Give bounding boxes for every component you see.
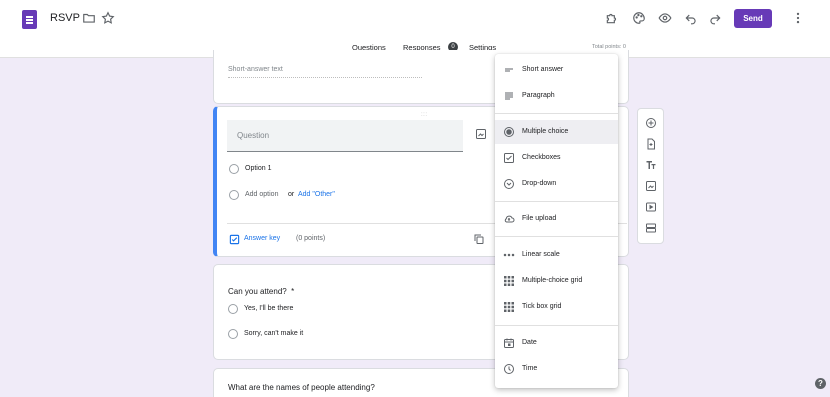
linear-scale-icon: [503, 249, 515, 261]
import-questions-icon[interactable]: [645, 138, 657, 150]
more-vert-icon[interactable]: [791, 11, 805, 25]
menu-item-label: File upload: [522, 215, 557, 222]
menu-item-label: Checkboxes: [522, 154, 561, 161]
answer-key-icon[interactable]: [229, 234, 240, 245]
add-other-link[interactable]: Add "Other": [298, 191, 335, 198]
menu-item-linear-scale[interactable]: Linear scale: [495, 243, 618, 267]
add-option-link[interactable]: Add option: [245, 191, 278, 198]
palette-icon[interactable]: [632, 11, 646, 25]
names-question-text: What are the names of people attending?: [228, 383, 375, 392]
menu-item-label: Linear scale: [522, 251, 560, 258]
duplicate-icon[interactable]: [473, 233, 485, 245]
paragraph-icon: [503, 90, 515, 102]
side-toolbar: [637, 108, 664, 244]
points-label: (0 points): [296, 235, 326, 242]
short-answer-underline: [228, 77, 422, 78]
menu-item-label: Date: [522, 339, 537, 346]
grid-icon: [503, 275, 515, 287]
option1-label[interactable]: Option 1: [245, 165, 271, 172]
clock-icon: [503, 363, 515, 375]
attend-option-radio[interactable]: [228, 329, 238, 339]
question-input[interactable]: Question: [227, 120, 463, 152]
question-placeholder: Question: [237, 131, 270, 140]
menu-item-date[interactable]: Date: [495, 331, 618, 355]
short-answer-placeholder: Short-answer text: [228, 66, 283, 73]
menu-divider: [495, 201, 618, 202]
menu-item-time[interactable]: Time: [495, 357, 618, 381]
required-mark: *: [291, 287, 295, 296]
attend-option-radio[interactable]: [228, 304, 238, 314]
help-icon[interactable]: ?: [815, 378, 826, 389]
drag-handle[interactable]: :::: [421, 112, 428, 118]
grid-icon: [503, 301, 515, 313]
undo-icon[interactable]: [684, 11, 698, 25]
send-button[interactable]: Send: [734, 9, 772, 28]
add-image-icon[interactable]: [475, 128, 487, 140]
menu-item-label: Tick box grid: [522, 303, 562, 310]
menu-item-short-answer[interactable]: Short answer: [495, 58, 618, 82]
redo-icon[interactable]: [708, 11, 722, 25]
add-question-icon[interactable]: [645, 117, 657, 129]
menu-item-multiple-choice[interactable]: Multiple choice: [495, 120, 618, 144]
menu-divider: [495, 325, 618, 326]
menu-divider: [495, 236, 618, 237]
form-title[interactable]: RSVP: [50, 12, 80, 24]
addon-puzzle-icon[interactable]: [605, 11, 619, 25]
short-answer-icon: [503, 64, 515, 76]
menu-item-checkboxes[interactable]: Checkboxes: [495, 146, 618, 170]
upload-icon: [503, 213, 515, 225]
add-section-icon[interactable]: [645, 222, 657, 234]
add-option-radio: [229, 190, 239, 200]
menu-divider: [495, 113, 618, 114]
add-image-icon[interactable]: [645, 180, 657, 192]
question-type-menu: Short answer Paragraph Multiple choice C…: [495, 54, 618, 388]
dropdown-icon: [503, 178, 515, 190]
menu-item-label: Short answer: [522, 66, 564, 73]
star-icon[interactable]: [101, 11, 115, 25]
radio-icon: [503, 126, 515, 138]
add-title-icon[interactable]: [645, 159, 657, 171]
attend-question-text: Can you attend?: [228, 287, 287, 296]
calendar-icon: [503, 337, 515, 349]
menu-item-label: Multiple-choice grid: [522, 277, 583, 284]
forms-logo-icon[interactable]: [22, 10, 37, 29]
add-video-icon[interactable]: [645, 201, 657, 213]
menu-item-tick-box-grid[interactable]: Tick box grid: [495, 295, 618, 319]
menu-item-file-upload[interactable]: File upload: [495, 207, 618, 231]
attend-question-title: Can you attend? *: [228, 281, 294, 299]
menu-item-multiple-choice-grid[interactable]: Multiple-choice grid: [495, 269, 618, 293]
option1-radio: [229, 164, 239, 174]
preview-eye-icon[interactable]: [658, 11, 672, 25]
answer-key-link[interactable]: Answer key: [244, 235, 280, 242]
folder-icon[interactable]: [82, 11, 96, 25]
menu-item-label: Multiple choice: [522, 128, 569, 135]
checkbox-icon: [503, 152, 515, 164]
attend-option-no[interactable]: Sorry, can't make it: [244, 330, 303, 337]
menu-item-label: Paragraph: [522, 92, 555, 99]
attend-option-yes[interactable]: Yes, I'll be there: [244, 305, 293, 312]
menu-item-label: Drop-down: [522, 180, 557, 187]
menu-item-paragraph[interactable]: Paragraph: [495, 84, 618, 108]
menu-item-drop-down[interactable]: Drop-down: [495, 172, 618, 196]
menu-item-label: Time: [522, 365, 538, 372]
or-text: or: [288, 191, 295, 198]
